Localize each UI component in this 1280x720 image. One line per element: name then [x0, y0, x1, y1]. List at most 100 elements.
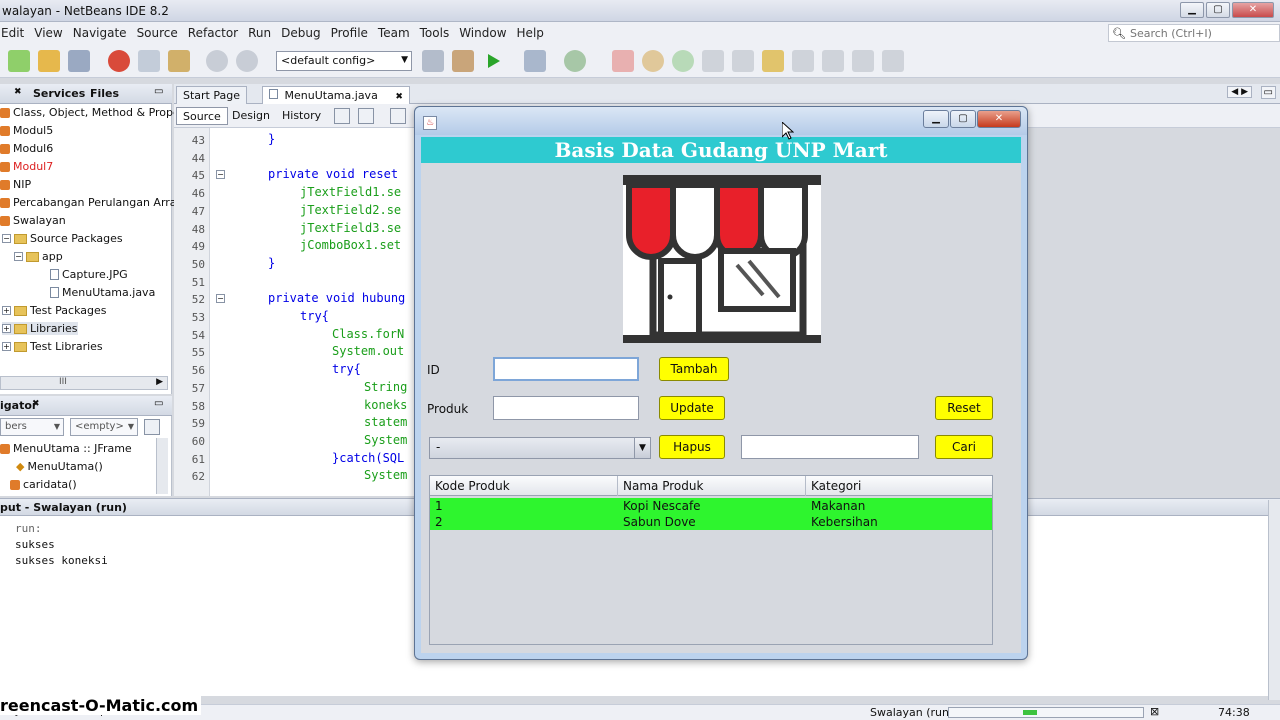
copy-icon[interactable]: [138, 50, 160, 72]
screenshot-icon[interactable]: [882, 50, 904, 72]
run-to-cursor-icon[interactable]: [792, 50, 814, 72]
menu-window[interactable]: Window: [454, 26, 511, 40]
menu-team[interactable]: Team: [373, 26, 415, 40]
scroll-tabs-left-icon[interactable]: ◀ ▶: [1227, 86, 1252, 98]
config-select[interactable]: <default config> ▼: [276, 51, 412, 71]
step-over-icon[interactable]: [702, 50, 724, 72]
tree-item[interactable]: − app: [14, 250, 63, 263]
cut-icon[interactable]: [108, 50, 130, 72]
new-file-icon[interactable]: [8, 50, 30, 72]
menu-edit[interactable]: Edit: [0, 26, 29, 40]
collapse-icon[interactable]: −: [2, 234, 11, 243]
expand-icon[interactable]: +: [2, 324, 11, 333]
menu-debug[interactable]: Debug: [276, 26, 325, 40]
nav-item[interactable]: caridata(): [10, 478, 77, 491]
nav-item[interactable]: MenuUtama :: JFrame: [0, 442, 132, 455]
minimize-button[interactable]: ▁: [1180, 2, 1204, 18]
tree-item[interactable]: MenuUtama.java: [50, 286, 155, 299]
expand-icon[interactable]: +: [2, 306, 11, 315]
menu-run[interactable]: Run: [243, 26, 276, 40]
expand-icon[interactable]: +: [2, 342, 11, 351]
collapse-icon[interactable]: −: [14, 252, 23, 261]
kategori-select[interactable]: - ▼: [429, 437, 651, 459]
undo-icon[interactable]: [206, 50, 228, 72]
editor-tools-icon[interactable]: [390, 108, 406, 124]
build-hammer-icon[interactable]: [422, 50, 444, 72]
table-row[interactable]: 1 Kopi Nescafe Makanan: [430, 498, 992, 514]
fold-toggle-icon[interactable]: −: [216, 294, 225, 304]
close-icon[interactable]: ✖: [14, 87, 22, 97]
tree-item[interactable]: NIP: [0, 178, 31, 191]
menu-view[interactable]: View: [29, 26, 67, 40]
update-button[interactable]: Update: [659, 396, 725, 420]
hapus-button[interactable]: Hapus: [659, 435, 725, 459]
cari-button[interactable]: Cari: [935, 435, 993, 459]
code-area[interactable]: } private void reset jTextField1.se jTextFi…: [210, 128, 420, 496]
tab-menuutama-java[interactable]: MenuUtama.java ✖: [262, 86, 410, 104]
paste-icon[interactable]: [168, 50, 190, 72]
close-icon[interactable]: ✖: [32, 399, 40, 409]
apply-changes-icon[interactable]: [822, 50, 844, 72]
minimize-pane-icon[interactable]: ▭: [154, 398, 163, 409]
tab-source[interactable]: Source: [176, 107, 228, 125]
tree-item[interactable]: Swalayan: [0, 214, 66, 227]
tab-files[interactable]: Files: [90, 87, 119, 100]
table-row[interactable]: 2 Sabun Dove Kebersihan: [430, 514, 992, 530]
tambah-button[interactable]: Tambah: [659, 357, 729, 381]
profile-icon[interactable]: [564, 50, 586, 72]
clean-build-icon[interactable]: [452, 50, 474, 72]
menu-source[interactable]: Source: [132, 26, 183, 40]
column-header-kategori[interactable]: Kategori: [806, 476, 992, 496]
pause-icon[interactable]: [642, 50, 664, 72]
tree-item[interactable]: Modul7: [0, 160, 53, 173]
chevron-right-icon[interactable]: ▶: [156, 377, 163, 387]
stop-icon[interactable]: [612, 50, 634, 72]
fold-toggle-icon[interactable]: −: [216, 170, 225, 180]
tree-item[interactable]: + Libraries: [2, 322, 78, 335]
members-select[interactable]: bers ▼: [0, 418, 64, 436]
maximize-editor-icon[interactable]: ▭: [1260, 86, 1276, 99]
redo-icon[interactable]: [236, 50, 258, 72]
tree-item[interactable]: + Test Packages: [2, 304, 106, 317]
app-minimize-button[interactable]: ▁: [923, 110, 949, 128]
run-icon[interactable]: [486, 50, 502, 72]
tree-item[interactable]: Modul6: [0, 142, 53, 155]
cari-input[interactable]: [741, 435, 919, 459]
step-into-icon[interactable]: [732, 50, 754, 72]
ide-search-input[interactable]: [1129, 26, 1270, 40]
tree-item[interactable]: Modul5: [0, 124, 53, 137]
forward-icon[interactable]: [358, 108, 374, 124]
menu-tools[interactable]: Tools: [415, 26, 455, 40]
tree-item[interactable]: Capture.JPG: [50, 268, 128, 281]
tab-services[interactable]: Services: [33, 87, 85, 100]
app-maximize-button[interactable]: ▢: [950, 110, 976, 128]
menu-profile[interactable]: Profile: [326, 26, 373, 40]
close-button[interactable]: ✕: [1232, 2, 1274, 18]
menu-refactor[interactable]: Refactor: [183, 26, 243, 40]
output-scrollbar[interactable]: [1268, 500, 1280, 700]
produk-input[interactable]: [493, 396, 639, 420]
tree-item[interactable]: Percabangan Perulangan Array: [0, 196, 183, 209]
minimize-pane-icon[interactable]: ▭: [154, 86, 163, 97]
tab-design[interactable]: Design: [226, 107, 276, 125]
tab-start-page[interactable]: Start Page: [176, 86, 247, 104]
column-header-nama[interactable]: Nama Produk: [618, 476, 806, 496]
tree-item[interactable]: + Test Libraries: [2, 340, 103, 353]
save-all-icon[interactable]: [68, 50, 90, 72]
maximize-button[interactable]: ▢: [1206, 2, 1230, 18]
cancel-task-icon[interactable]: ⊠: [1150, 705, 1159, 718]
vertical-scrollbar[interactable]: [156, 438, 168, 494]
horizontal-scrollbar[interactable]: III ▶: [0, 376, 168, 390]
tree-item[interactable]: Class, Object, Method & Propert: [0, 106, 189, 119]
tab-history[interactable]: History: [276, 107, 327, 125]
back-icon[interactable]: [334, 108, 350, 124]
app-close-button[interactable]: ✕: [977, 110, 1021, 128]
menu-navigate[interactable]: Navigate: [68, 26, 132, 40]
new-project-icon[interactable]: [38, 50, 60, 72]
navigator-options-icon[interactable]: [144, 419, 160, 435]
close-icon[interactable]: ✖: [395, 92, 403, 102]
continue-icon[interactable]: [672, 50, 694, 72]
reset-button[interactable]: Reset: [935, 396, 993, 420]
id-input[interactable]: [493, 357, 639, 381]
column-header-kode[interactable]: Kode Produk: [430, 476, 618, 496]
